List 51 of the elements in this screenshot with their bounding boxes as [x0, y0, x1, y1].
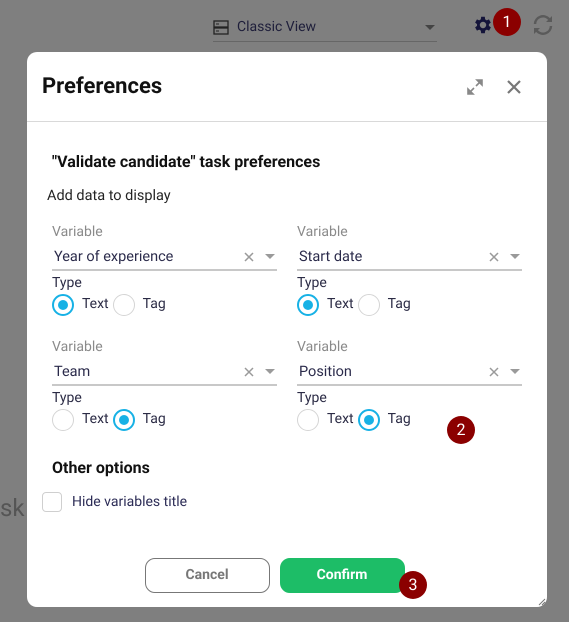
radio-label: Text [327, 295, 354, 314]
section-title: "Validate candidate" task preferences [51, 151, 322, 173]
checkbox-label: Hide variables title [72, 492, 188, 512]
close-icon[interactable] [507, 80, 521, 94]
radio-button[interactable] [358, 294, 380, 316]
radio-button[interactable] [297, 294, 319, 316]
section-subtitle: Add data to display [47, 186, 172, 206]
variable-select[interactable]: Position [297, 360, 522, 386]
variable-select[interactable]: Start date [297, 244, 522, 271]
radio-button[interactable] [358, 408, 380, 431]
list-view-icon [213, 20, 229, 35]
radio-label: Text [82, 295, 109, 314]
dialog-title: Preferences [42, 73, 164, 101]
variable-select[interactable]: Year of experience [52, 244, 277, 271]
field-label: Type [52, 388, 83, 407]
variable-select[interactable]: Team [52, 360, 277, 386]
field-label: Type [297, 274, 328, 292]
radio-button[interactable] [297, 408, 319, 431]
cancel-button[interactable]: Cancel [144, 558, 270, 593]
radio-label: Tag [388, 410, 411, 430]
radio-button[interactable] [112, 408, 135, 431]
dropdown-caret-icon[interactable] [510, 254, 520, 260]
view-select[interactable]: Classic View [213, 14, 437, 42]
step-marker: 1 [493, 8, 521, 36]
expand-icon[interactable] [466, 78, 484, 96]
radio-label: Tag [142, 295, 166, 314]
radio-button[interactable] [112, 294, 135, 316]
dropdown-caret-icon [425, 25, 435, 30]
clear-icon[interactable] [489, 252, 499, 262]
field-label: Variable [52, 338, 104, 356]
radio-label: Text [82, 410, 109, 430]
radio-label: Tag [142, 410, 166, 430]
dropdown-caret-icon[interactable] [265, 369, 275, 374]
clear-icon[interactable] [244, 366, 254, 377]
field-label: Type [297, 388, 328, 407]
radio-button[interactable] [52, 294, 74, 316]
section-title: Other options [51, 456, 151, 479]
field-label: Variable [52, 222, 104, 241]
radio-label: Tag [388, 295, 411, 314]
field-label: Variable [297, 338, 349, 356]
checkbox[interactable] [42, 492, 62, 512]
field-label: Type [52, 274, 83, 292]
dropdown-caret-icon[interactable] [265, 254, 275, 260]
radio-label: Text [327, 410, 354, 430]
dropdown-caret-icon[interactable] [510, 369, 520, 374]
refresh-icon[interactable] [531, 13, 555, 37]
resize-handle-icon[interactable] [538, 598, 546, 606]
field-label: Variable [297, 222, 349, 241]
clear-icon[interactable] [244, 252, 254, 262]
radio-button[interactable] [52, 408, 74, 431]
clear-icon[interactable] [489, 366, 499, 377]
